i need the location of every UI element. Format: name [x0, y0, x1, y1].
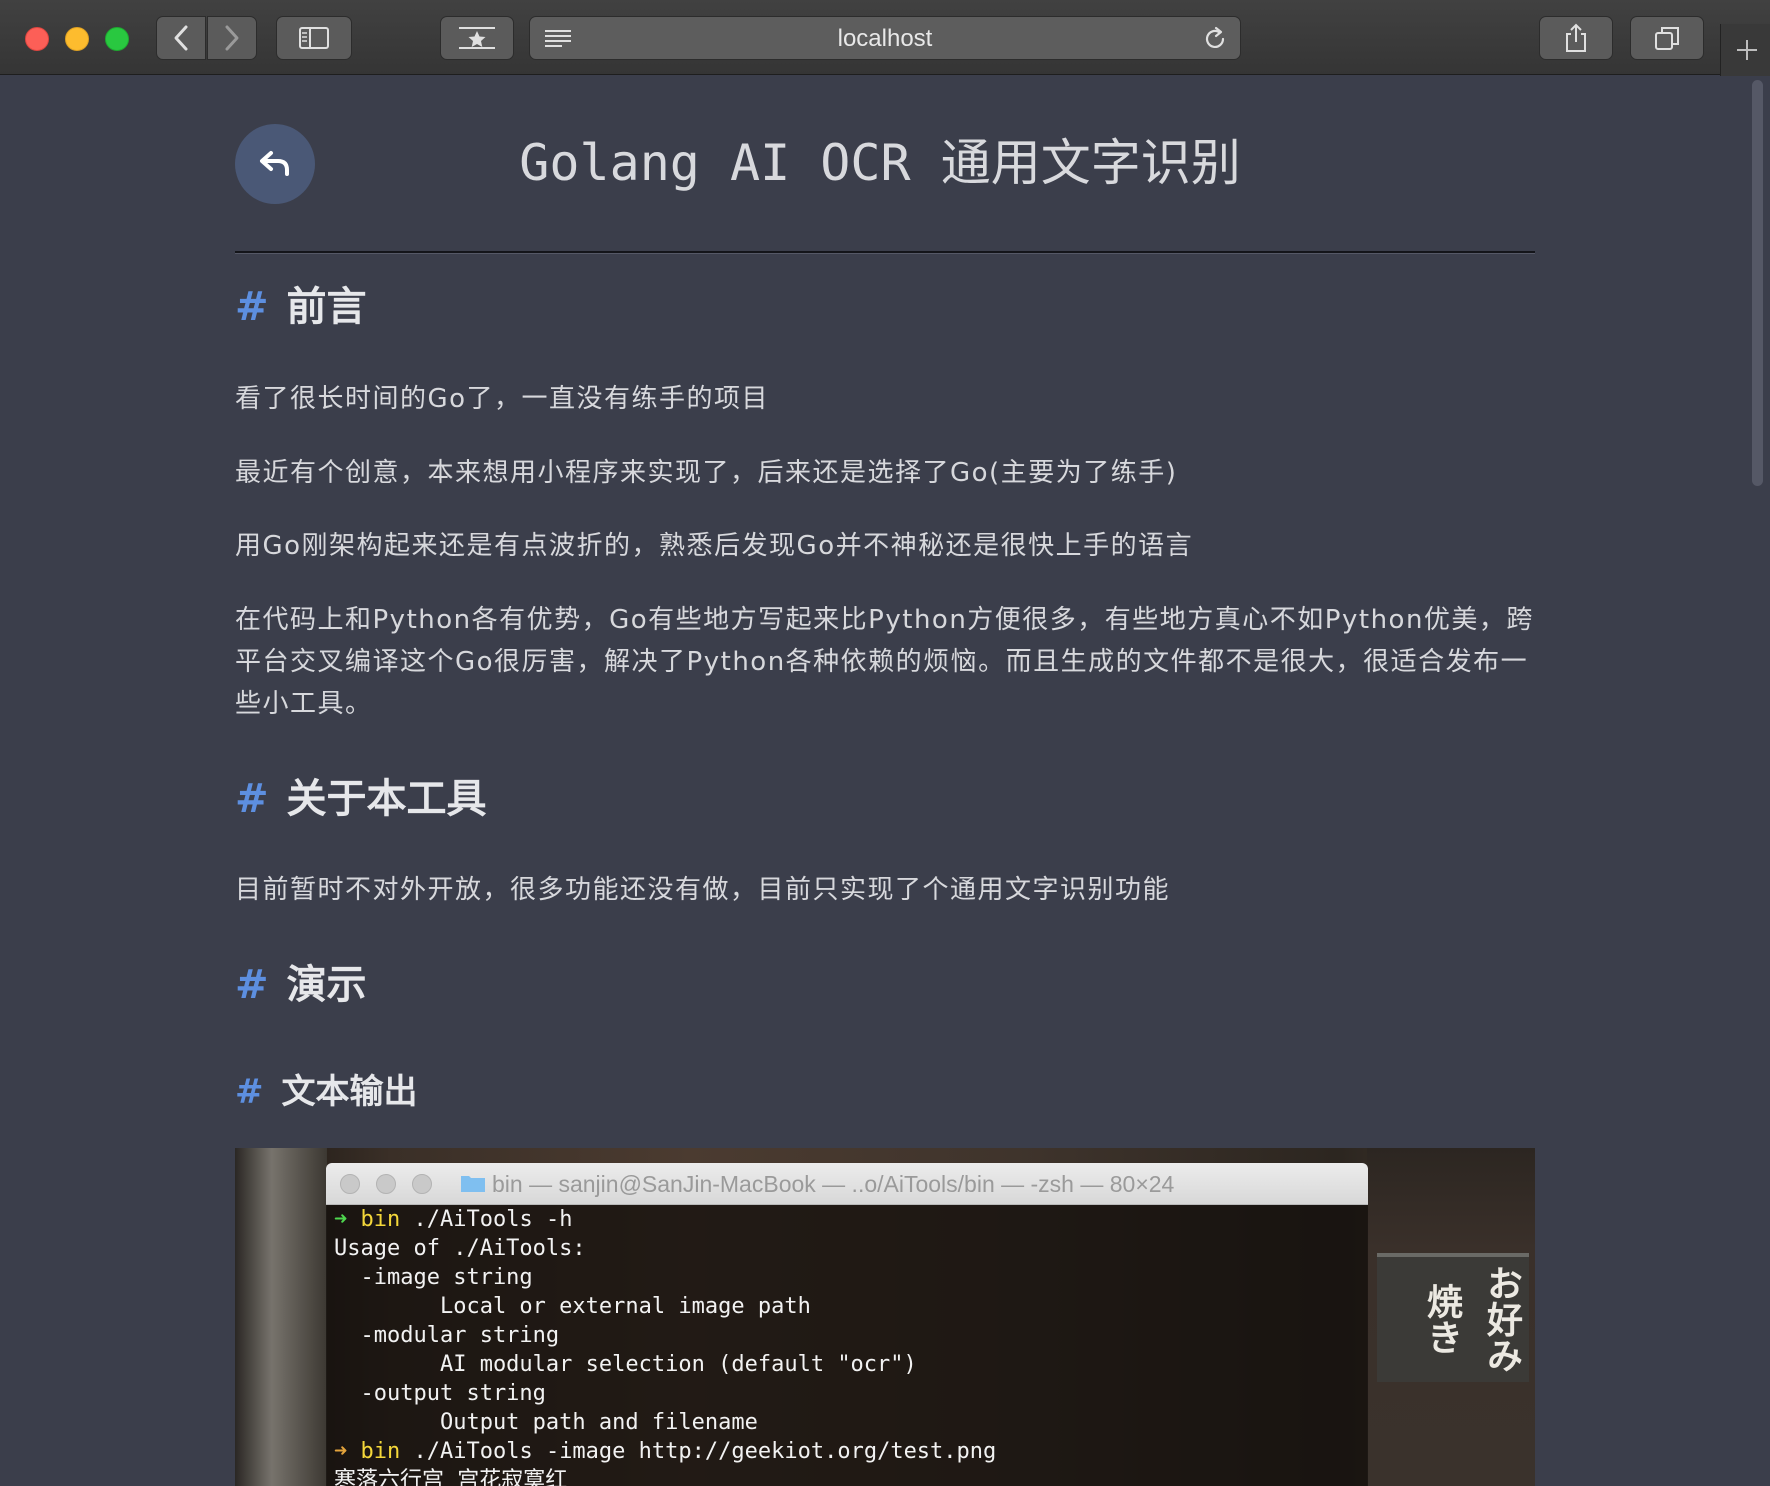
minimize-window-button[interactable]: [65, 27, 89, 51]
page-title: Golang AI OCR 通用文字识别: [519, 134, 1241, 192]
paragraph: 在代码上和Python各有优势，Go有些地方写起来比Python方便很多，有些地…: [235, 605, 1534, 719]
bookmarks-button[interactable]: [440, 16, 514, 60]
terminal-output: ➜ bin ./AiTools -h Usage of ./AiTools: -…: [326, 1205, 1368, 1486]
back-button[interactable]: [156, 16, 206, 60]
terminal-line: AI modular selection (default "ocr"): [334, 1352, 917, 1377]
terminal-close-button: [340, 1174, 360, 1194]
heading-anchor-hash[interactable]: #: [235, 962, 269, 1008]
terminal-line: 寒落六行宫 宫花寂寞红: [334, 1468, 568, 1486]
bookmark-star-icon: [459, 27, 495, 49]
background-photo-left: [235, 1148, 327, 1486]
browser-toolbar: localhost: [0, 0, 1770, 76]
sidebar-button[interactable]: [276, 16, 352, 60]
terminal-line: Local or external image path: [334, 1294, 811, 1319]
heading-demo: # 演示: [235, 962, 367, 1008]
paragraph: 最近有个创意，本来想用小程序来实现了，后来还是选择了Go(主要为了练手): [235, 458, 1178, 488]
tabs-overview-button[interactable]: [1630, 16, 1704, 60]
tabs-overview-icon: [1655, 27, 1679, 50]
reload-icon[interactable]: [1202, 26, 1228, 52]
terminal-titlebar: bin — sanjin@SanJin-MacBook — ..o/AiTool…: [326, 1163, 1368, 1205]
url-text[interactable]: localhost: [530, 17, 1240, 61]
terminal-line: -output string: [334, 1381, 546, 1406]
terminal-zoom-button: [412, 1174, 432, 1194]
paragraph: 看了很长时间的Go了，一直没有练手的项目: [235, 384, 770, 414]
back-icon: [174, 25, 188, 51]
paragraph: 用Go刚架构起来还是有点波折的，熟悉后发现Go并不神秘还是很快上手的语言: [235, 531, 1194, 561]
heading-anchor-hash[interactable]: #: [235, 284, 269, 330]
forward-icon: [225, 25, 239, 51]
heading-preface: # 前言: [235, 284, 367, 330]
zoom-window-button[interactable]: [105, 27, 129, 51]
plus-icon: [1737, 40, 1757, 60]
heading-anchor-hash[interactable]: #: [235, 776, 269, 822]
share-icon: [1566, 23, 1586, 52]
heading-anchor-hash[interactable]: #: [235, 1072, 264, 1112]
close-window-button[interactable]: [25, 27, 49, 51]
terminal-line: -modular string: [334, 1323, 560, 1348]
forward-button[interactable]: [207, 16, 257, 60]
share-button[interactable]: [1539, 16, 1613, 60]
sidebar-icon: [299, 27, 329, 49]
heading-about-tool: # 关于本工具: [235, 776, 487, 822]
terminal-line: Usage of ./AiTools:: [334, 1236, 586, 1261]
address-bar[interactable]: localhost: [529, 16, 1241, 60]
terminal-line: -image string: [334, 1265, 533, 1290]
page-scrollbar[interactable]: [1752, 80, 1763, 486]
terminal-line: ➜ bin ./AiTools -h: [334, 1207, 573, 1232]
terminal-minimize-button: [376, 1174, 396, 1194]
heading-text-output: # 文本输出: [235, 1072, 418, 1112]
folder-icon: [461, 1176, 485, 1192]
terminal-title: bin — sanjin@SanJin-MacBook — ..o/AiTool…: [492, 1171, 1175, 1197]
back-to-list-button[interactable]: [235, 124, 315, 204]
title-divider: [235, 251, 1535, 254]
paragraph: 目前暂时不对外开放，很多功能还没有做，目前只实现了个通用文字识别功能: [235, 875, 1171, 905]
new-tab-button[interactable]: [1720, 24, 1770, 76]
shop-sign: お好み 焼き: [1377, 1253, 1529, 1382]
reply-arrow-icon: [260, 151, 289, 176]
demo-screenshot-image: お好み 焼き bin — sanjin@SanJin-MacBook — ..o…: [235, 1148, 1535, 1486]
terminal-line: ➜ bin ./AiTools -image http://geekiot.or…: [334, 1439, 997, 1464]
terminal-line: Output path and filename: [334, 1410, 758, 1435]
